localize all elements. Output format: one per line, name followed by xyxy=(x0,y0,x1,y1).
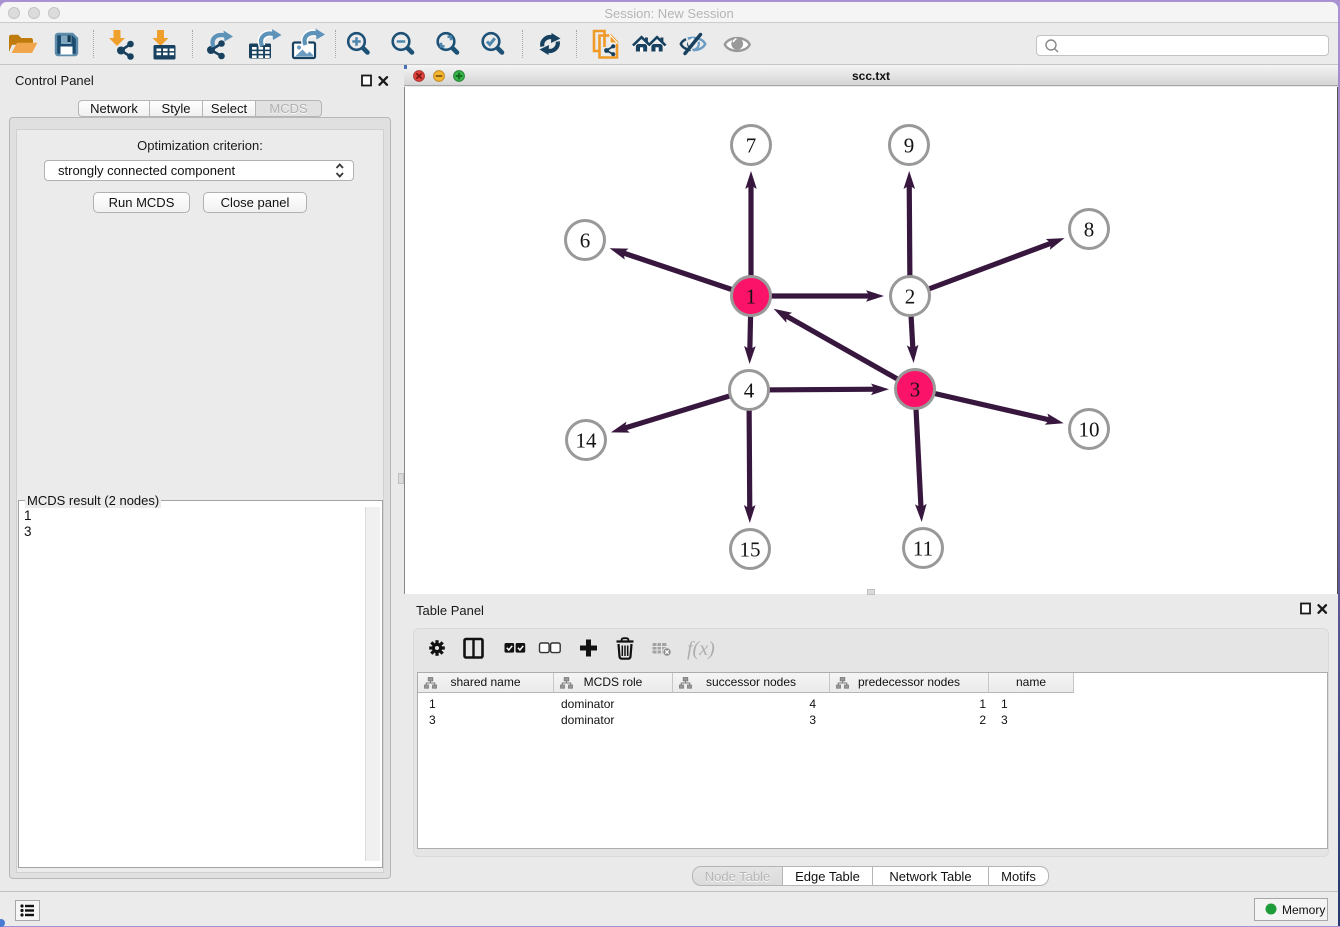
svg-text:2: 2 xyxy=(905,285,916,309)
svg-text:9: 9 xyxy=(904,134,915,158)
svg-text:7: 7 xyxy=(746,134,757,158)
svg-text:1: 1 xyxy=(746,285,757,309)
svg-text:14: 14 xyxy=(576,429,598,453)
svg-text:15: 15 xyxy=(740,538,761,562)
svg-text:3: 3 xyxy=(910,378,921,402)
svg-text:11: 11 xyxy=(913,537,933,561)
svg-text:10: 10 xyxy=(1079,418,1100,442)
svg-text:6: 6 xyxy=(580,229,591,253)
svg-text:f(x): f(x) xyxy=(687,638,715,660)
svg-text:8: 8 xyxy=(1084,218,1095,242)
svg-text:4: 4 xyxy=(744,379,755,403)
